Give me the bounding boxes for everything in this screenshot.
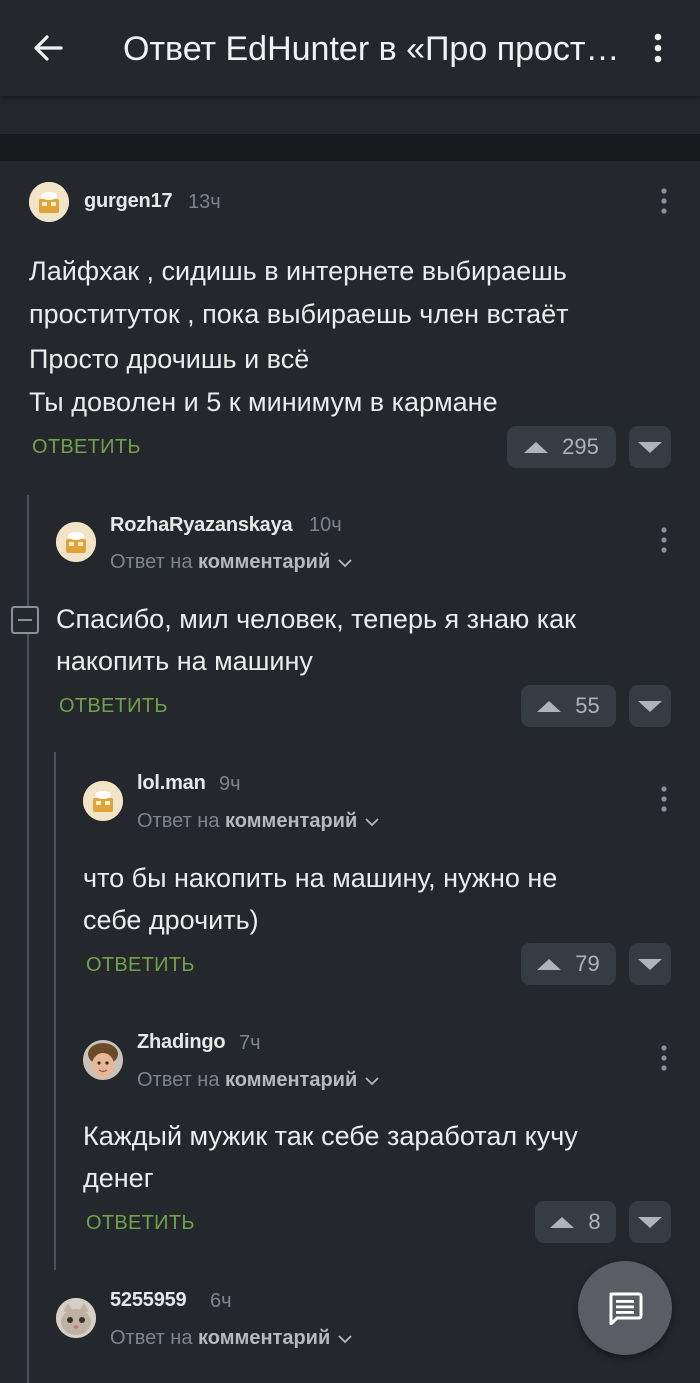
upvote-button[interactable]: 55	[521, 685, 616, 727]
page-title: Ответ EdHunter в «Про проститу…	[123, 30, 623, 68]
reply-to-prefix: Ответ на	[110, 1327, 193, 1349]
app-bar: Ответ EdHunter в «Про проститу…	[0, 0, 700, 96]
downvote-button[interactable]	[629, 943, 671, 985]
avatar[interactable]	[56, 1298, 96, 1338]
comment-text-line: себе дрочить)	[83, 905, 259, 935]
vote-count: 55	[575, 693, 600, 718]
reply-to-label[interactable]: Ответ на комментарий	[110, 1327, 352, 1350]
arrow-down-icon	[638, 1216, 662, 1228]
comment-text-line: Каждый мужик так себе заработал кучу	[83, 1121, 578, 1151]
username[interactable]: lol.man	[137, 772, 206, 795]
vote-count: 295	[562, 434, 599, 459]
downvote-button[interactable]	[629, 426, 671, 468]
comment-text-line: Лайфхак , сидишь в интернете выбираешь	[29, 256, 567, 286]
write-comment-button[interactable]	[578, 1261, 672, 1355]
arrow-down-icon	[638, 958, 662, 970]
username[interactable]: gurgen17	[84, 190, 173, 213]
back-arrow-icon[interactable]	[24, 22, 72, 74]
reply-to-prefix: Ответ на	[137, 810, 220, 832]
reply-to-prefix: Ответ на	[137, 1069, 220, 1091]
comment-text-line: накопить на машину	[56, 646, 313, 676]
comment-menu-icon[interactable]	[652, 781, 676, 817]
comment-menu-icon[interactable]	[652, 1040, 676, 1076]
reply-to-target: комментарий	[225, 810, 358, 832]
reply-to-target: комментарий	[198, 551, 331, 573]
divider	[0, 134, 700, 161]
comment-menu-icon[interactable]	[652, 183, 676, 219]
comment-text-line: денег	[83, 1163, 154, 1193]
thread-line	[54, 752, 56, 1270]
reply-to-label[interactable]: Ответ на комментарий	[137, 1069, 379, 1092]
vote-count: 8	[588, 1209, 601, 1234]
more-vert-icon[interactable]	[636, 26, 680, 70]
arrow-down-icon	[638, 441, 662, 453]
username[interactable]: Zhadingo	[137, 1031, 226, 1054]
arrow-up-icon	[550, 1216, 575, 1228]
comment-menu-icon[interactable]	[652, 522, 676, 558]
upvote-button[interactable]: 8	[535, 1201, 616, 1243]
reply-to-target: комментарий	[225, 1069, 358, 1091]
downvote-button[interactable]	[629, 1201, 671, 1243]
avatar[interactable]	[29, 182, 69, 222]
arrow-up-icon	[537, 958, 562, 970]
timestamp: 13ч	[188, 191, 221, 213]
avatar[interactable]	[83, 781, 123, 821]
chevron-down-icon	[365, 818, 379, 827]
arrow-up-icon	[524, 441, 549, 453]
timestamp: 10ч	[309, 514, 342, 536]
timestamp: 9ч	[219, 773, 241, 795]
reply-to-label[interactable]: Ответ на комментарий	[110, 551, 352, 574]
username[interactable]: 5255959	[110, 1289, 187, 1312]
collapse-thread-button[interactable]	[11, 606, 39, 634]
comment-text-line: Спасибо, мил человек, теперь я знаю как	[56, 604, 576, 634]
timestamp: 6ч	[210, 1290, 232, 1312]
username[interactable]: RozhaRyazanskaya	[110, 514, 293, 537]
avatar[interactable]	[83, 1040, 123, 1080]
timestamp: 7ч	[239, 1032, 261, 1054]
arrow-up-icon	[537, 700, 562, 712]
chevron-down-icon	[365, 1077, 379, 1086]
reply-button[interactable]: ОТВЕТИТЬ	[86, 1212, 195, 1235]
reply-to-target: комментарий	[198, 1327, 331, 1349]
chevron-down-icon	[338, 559, 352, 568]
avatar[interactable]	[56, 522, 96, 562]
reply-button[interactable]: ОТВЕТИТЬ	[86, 954, 195, 977]
comment-text-line: Просто дрочишь и всё	[29, 344, 310, 374]
arrow-down-icon	[638, 700, 662, 712]
comment-text-line: Ты доволен и 5 к минимум в кармане	[29, 387, 498, 417]
downvote-button[interactable]	[629, 685, 671, 727]
chevron-down-icon	[338, 1335, 352, 1344]
reply-to-label[interactable]: Ответ на комментарий	[137, 810, 379, 833]
vote-count: 79	[575, 951, 600, 976]
reply-button[interactable]: ОТВЕТИТЬ	[59, 695, 168, 718]
comment-text-line: проституток , пока выбираешь член встаёт	[29, 299, 569, 329]
upvote-button[interactable]: 79	[521, 943, 616, 985]
reply-to-prefix: Ответ на	[110, 551, 193, 573]
upvote-button[interactable]: 295	[507, 426, 616, 468]
comment-icon	[609, 1292, 643, 1325]
comment-text-line: что бы накопить на машину, нужно не	[83, 863, 558, 893]
reply-button[interactable]: ОТВЕТИТЬ	[32, 436, 141, 459]
